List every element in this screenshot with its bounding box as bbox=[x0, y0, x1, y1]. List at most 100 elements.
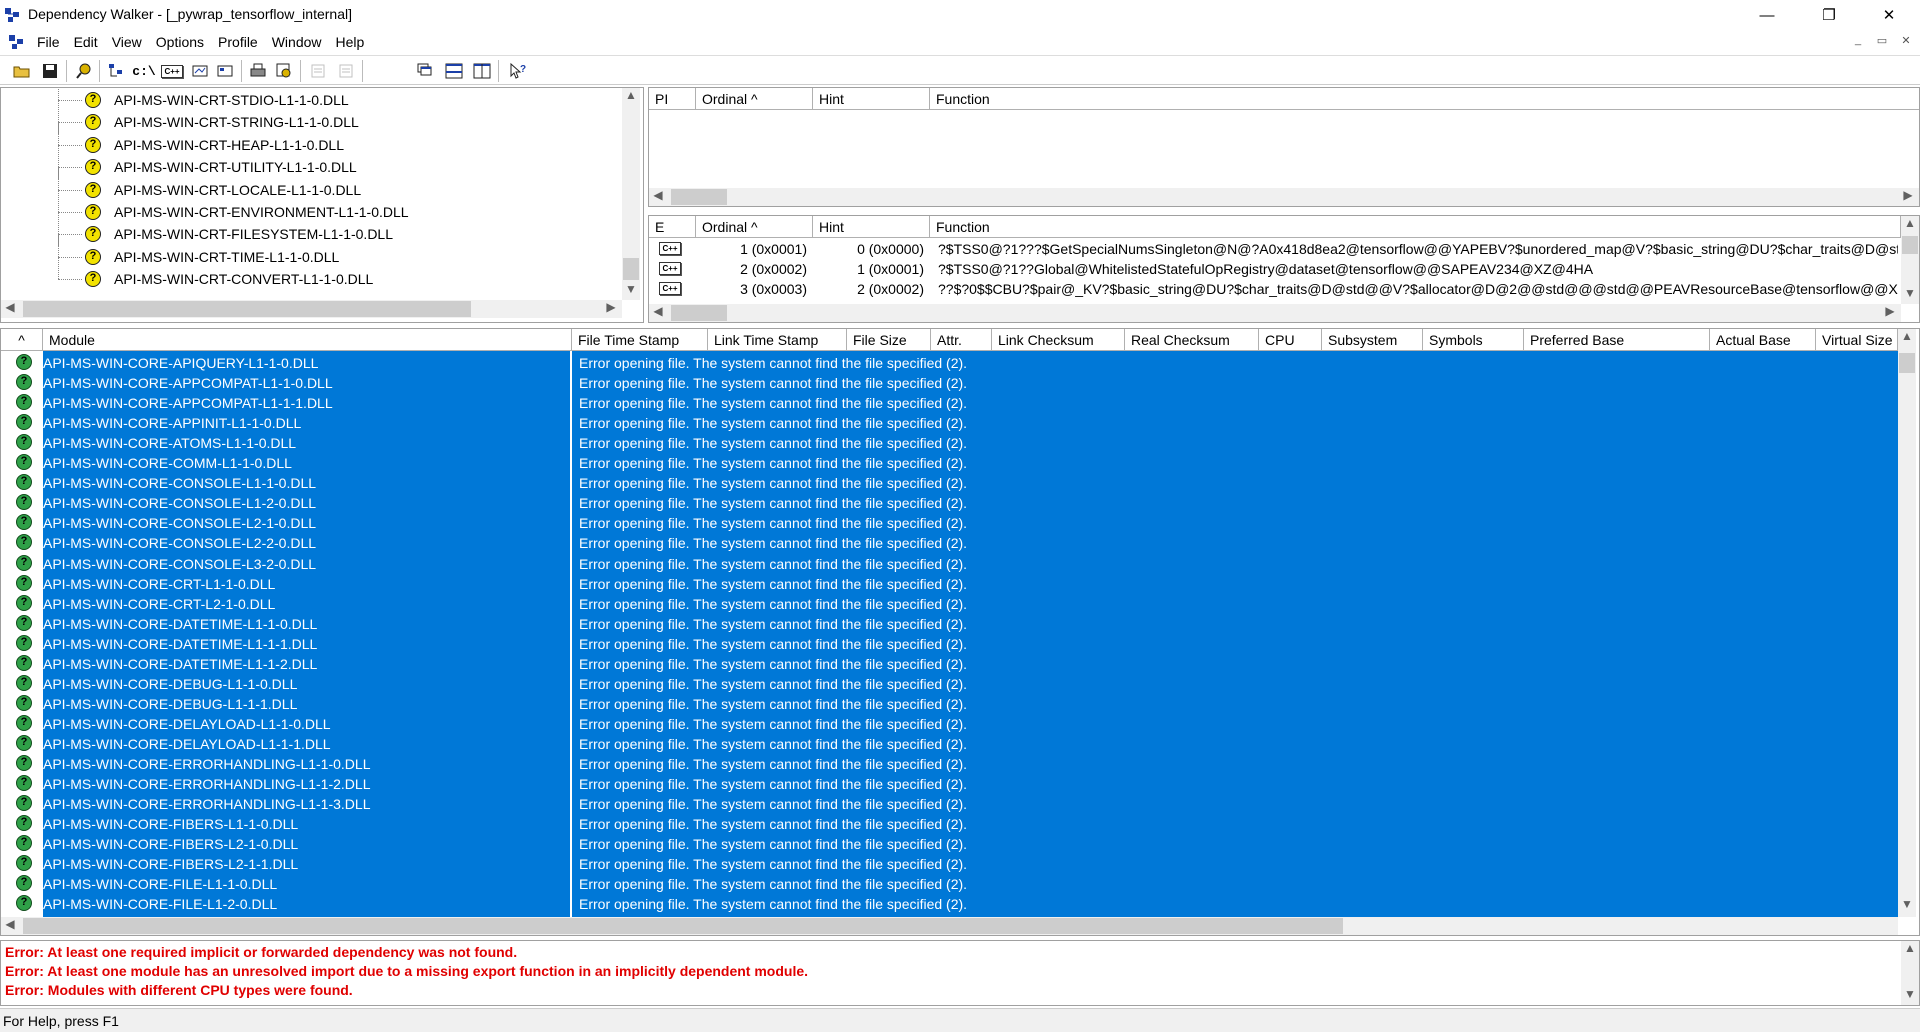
tree-item[interactable]: ? API-MS-WIN-CRT-HEAP-L1-1-0.DLL bbox=[1, 122, 621, 157]
tree-item[interactable]: ? API-MS-WIN-CRT-UTILITY-L1-1-0.DLL bbox=[1, 145, 621, 180]
column-header-ordinal[interactable]: Ordinal ^ bbox=[696, 216, 813, 238]
module-row[interactable]: ? API-MS-WIN-CORE-DATETIME-L1-1-0.DLL Erro… bbox=[1, 613, 1898, 633]
column-header-actual-base[interactable]: Actual Base bbox=[1710, 329, 1816, 351]
export-row[interactable]: C++ 3 (0x0003) 2 (0x0002) ??$?0$$CBU?$pair@… bbox=[649, 279, 1901, 299]
column-header-sort[interactable]: ^ bbox=[1, 329, 43, 351]
tile-vertical-icon[interactable] bbox=[470, 59, 494, 83]
modules-horizontal-scrollbar[interactable]: ◀ bbox=[1, 917, 1898, 935]
module-row[interactable]: ? API-MS-WIN-CORE-CRT-L2-1-0.DLL Error ope… bbox=[1, 593, 1898, 613]
column-header-hint[interactable]: Hint bbox=[813, 88, 930, 110]
column-header-preferred-base[interactable]: Preferred Base bbox=[1524, 329, 1710, 351]
scroll-right-arrow[interactable]: ▶ bbox=[1881, 304, 1899, 318]
tree-item[interactable]: ? API-MS-WIN-CRT-TIME-L1-1-0.DLL bbox=[1, 234, 621, 269]
autoexpand-icon[interactable] bbox=[214, 59, 238, 83]
cascade-icon[interactable] bbox=[414, 59, 438, 83]
module-row[interactable]: ? API-MS-WIN-CORE-FIBERS-L2-1-1.DLL Error … bbox=[1, 853, 1898, 873]
scroll-thumb[interactable] bbox=[1902, 236, 1918, 254]
menu-edit[interactable]: Edit bbox=[67, 31, 105, 53]
configure-icon[interactable] bbox=[104, 59, 128, 83]
column-header-pi[interactable]: PI bbox=[649, 88, 696, 110]
help-pointer-icon[interactable]: ? bbox=[506, 59, 530, 83]
tree-item[interactable]: ? API-MS-WIN-CRT-FILESYSTEM-L1-1-0.DLL bbox=[1, 212, 621, 247]
module-row[interactable]: ? API-MS-WIN-CORE-CONSOLE-L1-1-0.DLL Error… bbox=[1, 472, 1898, 492]
menu-window[interactable]: Window bbox=[265, 31, 329, 53]
module-row[interactable]: ? API-MS-WIN-CORE-DEBUG-L1-1-0.DLL Error o… bbox=[1, 673, 1898, 693]
tree-item[interactable]: ? API-MS-WIN-CRT-STRING-L1-1-0.DLL bbox=[1, 100, 621, 135]
tree-item[interactable]: ? API-MS-WIN-CRT-CONVERT-L1-1-0.DLL bbox=[1, 257, 621, 289]
column-header-ordinal[interactable]: Ordinal ^ bbox=[696, 88, 813, 110]
column-header-cpu[interactable]: CPU bbox=[1259, 329, 1322, 351]
imports-horizontal-scrollbar[interactable]: ◀ ▶ bbox=[649, 188, 1919, 206]
column-header-module[interactable]: Module bbox=[43, 329, 572, 351]
column-header-e[interactable]: E bbox=[649, 216, 696, 238]
column-header-link-time-stamp[interactable]: Link Time Stamp bbox=[708, 329, 847, 351]
column-header-link-checksum[interactable]: Link Checksum bbox=[992, 329, 1125, 351]
mdi-child-icon[interactable] bbox=[8, 34, 24, 50]
tree-item[interactable]: ? API-MS-WIN-CRT-STDIO-L1-1-0.DLL bbox=[1, 88, 621, 112]
scroll-down-arrow[interactable]: ▼ bbox=[1898, 897, 1916, 911]
module-list-pane[interactable]: ^ Module File Time Stamp Link Time Stamp… bbox=[0, 328, 1920, 936]
module-row[interactable]: ? API-MS-WIN-CORE-APIQUERY-L1-1-0.DLL Erro… bbox=[1, 352, 1898, 372]
scroll-thumb[interactable] bbox=[623, 258, 639, 280]
module-row[interactable]: ? API-MS-WIN-CORE-DATETIME-L1-1-2.DLL Erro… bbox=[1, 653, 1898, 673]
restore-button[interactable]: ❐ bbox=[1800, 0, 1858, 30]
column-header-hint[interactable]: Hint bbox=[813, 216, 930, 238]
module-row[interactable]: ? API-MS-WIN-CORE-COMM-L1-1-0.DLL Error op… bbox=[1, 452, 1898, 472]
scroll-thumb[interactable] bbox=[1899, 353, 1915, 373]
print-icon[interactable] bbox=[246, 59, 270, 83]
previous-icon[interactable] bbox=[306, 59, 330, 83]
scroll-right-arrow[interactable]: ▶ bbox=[602, 300, 620, 314]
module-row[interactable]: ? API-MS-WIN-CORE-ERRORHANDLING-L1-1-2.DL… bbox=[1, 773, 1898, 793]
scroll-down-arrow[interactable]: ▼ bbox=[1901, 987, 1919, 1001]
menu-view[interactable]: View bbox=[105, 31, 149, 53]
column-header-function[interactable]: Function bbox=[930, 88, 1919, 110]
scroll-down-arrow[interactable]: ▼ bbox=[1901, 286, 1919, 300]
module-row[interactable]: ? API-MS-WIN-CORE-ATOMS-L1-1-0.DLL Error o… bbox=[1, 432, 1898, 452]
scroll-up-arrow[interactable]: ▲ bbox=[1901, 216, 1919, 234]
open-icon[interactable] bbox=[10, 59, 34, 83]
mdi-close-button[interactable]: ✕ bbox=[1896, 34, 1916, 52]
exports-pane[interactable]: E Ordinal ^ Hint Function C++ 1 (0x0001) 0… bbox=[648, 215, 1920, 323]
module-row[interactable]: ? API-MS-WIN-CORE-FIBERS-L2-1-0.DLL Error … bbox=[1, 833, 1898, 853]
column-header-symbols[interactable]: Symbols bbox=[1423, 329, 1524, 351]
module-row[interactable]: ? API-MS-WIN-CORE-ERRORHANDLING-L1-1-3.DL… bbox=[1, 793, 1898, 813]
module-row[interactable]: ? API-MS-WIN-CORE-DELAYLOAD-L1-1-1.DLL Err… bbox=[1, 733, 1898, 753]
modules-vertical-scrollbar[interactable]: ▲ ▼ bbox=[1898, 329, 1916, 917]
save-icon[interactable] bbox=[38, 59, 62, 83]
log-vertical-scrollbar[interactable]: ▲ ▼ bbox=[1901, 941, 1919, 1005]
column-header-subsystem[interactable]: Subsystem bbox=[1322, 329, 1423, 351]
module-row[interactable]: ? API-MS-WIN-CORE-APPCOMPAT-L1-1-0.DLL Err… bbox=[1, 372, 1898, 392]
scroll-up-arrow[interactable]: ▲ bbox=[1898, 329, 1916, 347]
column-header-file-size[interactable]: File Size bbox=[847, 329, 931, 351]
module-row[interactable]: ? API-MS-WIN-CORE-FIBERS-L1-1-0.DLL Error … bbox=[1, 813, 1898, 833]
next-icon[interactable] bbox=[334, 59, 358, 83]
column-header-real-checksum[interactable]: Real Checksum bbox=[1125, 329, 1259, 351]
module-row[interactable]: ? API-MS-WIN-CORE-CONSOLE-L2-1-0.DLL Error… bbox=[1, 512, 1898, 532]
module-row[interactable]: ? API-MS-WIN-CORE-DELAYLOAD-L1-1-0.DLL Err… bbox=[1, 713, 1898, 733]
dependency-tree-pane[interactable]: ? API-MS-WIN-CRT-STDIO-L1-1-0.DLL? API-MS-… bbox=[0, 87, 644, 323]
column-header-function[interactable]: Function bbox=[930, 216, 1901, 238]
log-pane[interactable]: Error: At least one required implicit or… bbox=[0, 940, 1920, 1006]
scroll-left-arrow[interactable]: ◀ bbox=[649, 188, 667, 202]
close-button[interactable]: ✕ bbox=[1860, 0, 1918, 30]
mdi-minimize-button[interactable]: _ bbox=[1848, 34, 1868, 52]
export-row[interactable]: C++ 1 (0x0001) 0 (0x0000) ?$TSS0@?1???$GetS… bbox=[649, 239, 1901, 259]
scroll-up-arrow[interactable]: ▲ bbox=[1901, 941, 1919, 959]
minimize-button[interactable]: — bbox=[1738, 0, 1796, 30]
exports-horizontal-scrollbar[interactable]: ◀ ▶ bbox=[649, 304, 1901, 322]
mdi-restore-button[interactable]: ▭ bbox=[1872, 34, 1892, 52]
find-icon[interactable] bbox=[72, 59, 96, 83]
module-row[interactable]: ? API-MS-WIN-CORE-FILE-L1-2-0.DLL Error op… bbox=[1, 893, 1898, 913]
scroll-left-arrow[interactable]: ◀ bbox=[649, 304, 667, 318]
scroll-thumb[interactable] bbox=[23, 918, 1343, 934]
scroll-thumb[interactable] bbox=[671, 189, 727, 205]
tree-item[interactable]: ? API-MS-WIN-CRT-ENVIRONMENT-L1-1-0.DLL bbox=[1, 190, 621, 224]
scroll-right-arrow[interactable]: ▶ bbox=[1899, 188, 1917, 202]
full-paths-icon[interactable]: c:\ bbox=[132, 59, 156, 83]
tree-vertical-scrollbar[interactable]: ▲ ▼ bbox=[622, 88, 640, 300]
column-header-attr[interactable]: Attr. bbox=[931, 329, 992, 351]
column-header-file-time-stamp[interactable]: File Time Stamp bbox=[572, 329, 708, 351]
module-row[interactable]: ? API-MS-WIN-CORE-CRT-L1-1-0.DLL Error ope… bbox=[1, 573, 1898, 593]
module-row[interactable]: ? API-MS-WIN-CORE-APPCOMPAT-L1-1-1.DLL Err… bbox=[1, 392, 1898, 412]
menu-file[interactable]: File bbox=[30, 31, 67, 53]
